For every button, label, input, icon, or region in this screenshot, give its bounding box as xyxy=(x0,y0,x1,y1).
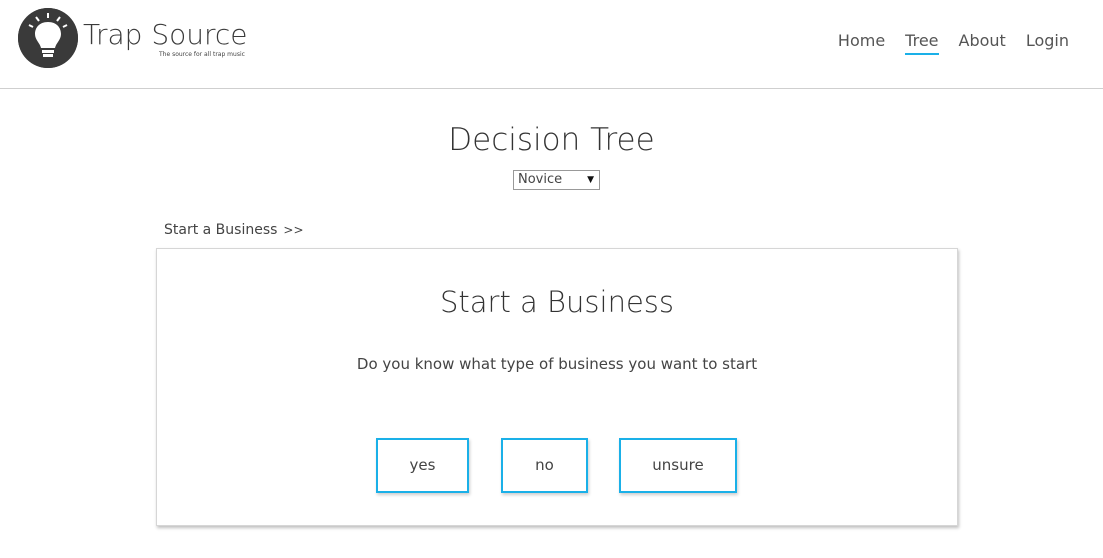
breadcrumb-separator: >> xyxy=(283,223,304,237)
breadcrumb-item-current[interactable]: Start a Business xyxy=(164,222,277,238)
brand-tagline: The source for all trap music xyxy=(159,51,245,58)
page-title: Decision Tree xyxy=(448,122,655,158)
question-card-title: Start a Business xyxy=(439,285,675,319)
dropdown-arrow-icon: ▼ xyxy=(587,175,594,185)
site-header: Trap Source The source for all trap musi… xyxy=(0,0,1103,89)
nav-about[interactable]: About xyxy=(959,31,1006,55)
nav-login[interactable]: Login xyxy=(1026,31,1069,55)
level-select-value: Novice xyxy=(518,172,563,187)
answer-yes-button[interactable]: yes xyxy=(376,438,469,493)
question-card: Start a Business Do you know what type o… xyxy=(156,248,958,526)
answer-unsure-button[interactable]: unsure xyxy=(619,438,737,493)
level-select[interactable]: Novice ▼ xyxy=(513,170,600,190)
main-nav: Home Tree About Login xyxy=(818,31,1069,55)
nav-tree[interactable]: Tree xyxy=(905,31,939,55)
answer-no-button[interactable]: no xyxy=(501,438,588,493)
question-text: Do you know what type of business you wa… xyxy=(356,355,758,373)
nav-home[interactable]: Home xyxy=(838,31,885,55)
lightbulb-icon xyxy=(18,8,78,68)
breadcrumb: Start a Business >> xyxy=(164,222,304,238)
brand-name: Trap Source xyxy=(83,18,248,51)
